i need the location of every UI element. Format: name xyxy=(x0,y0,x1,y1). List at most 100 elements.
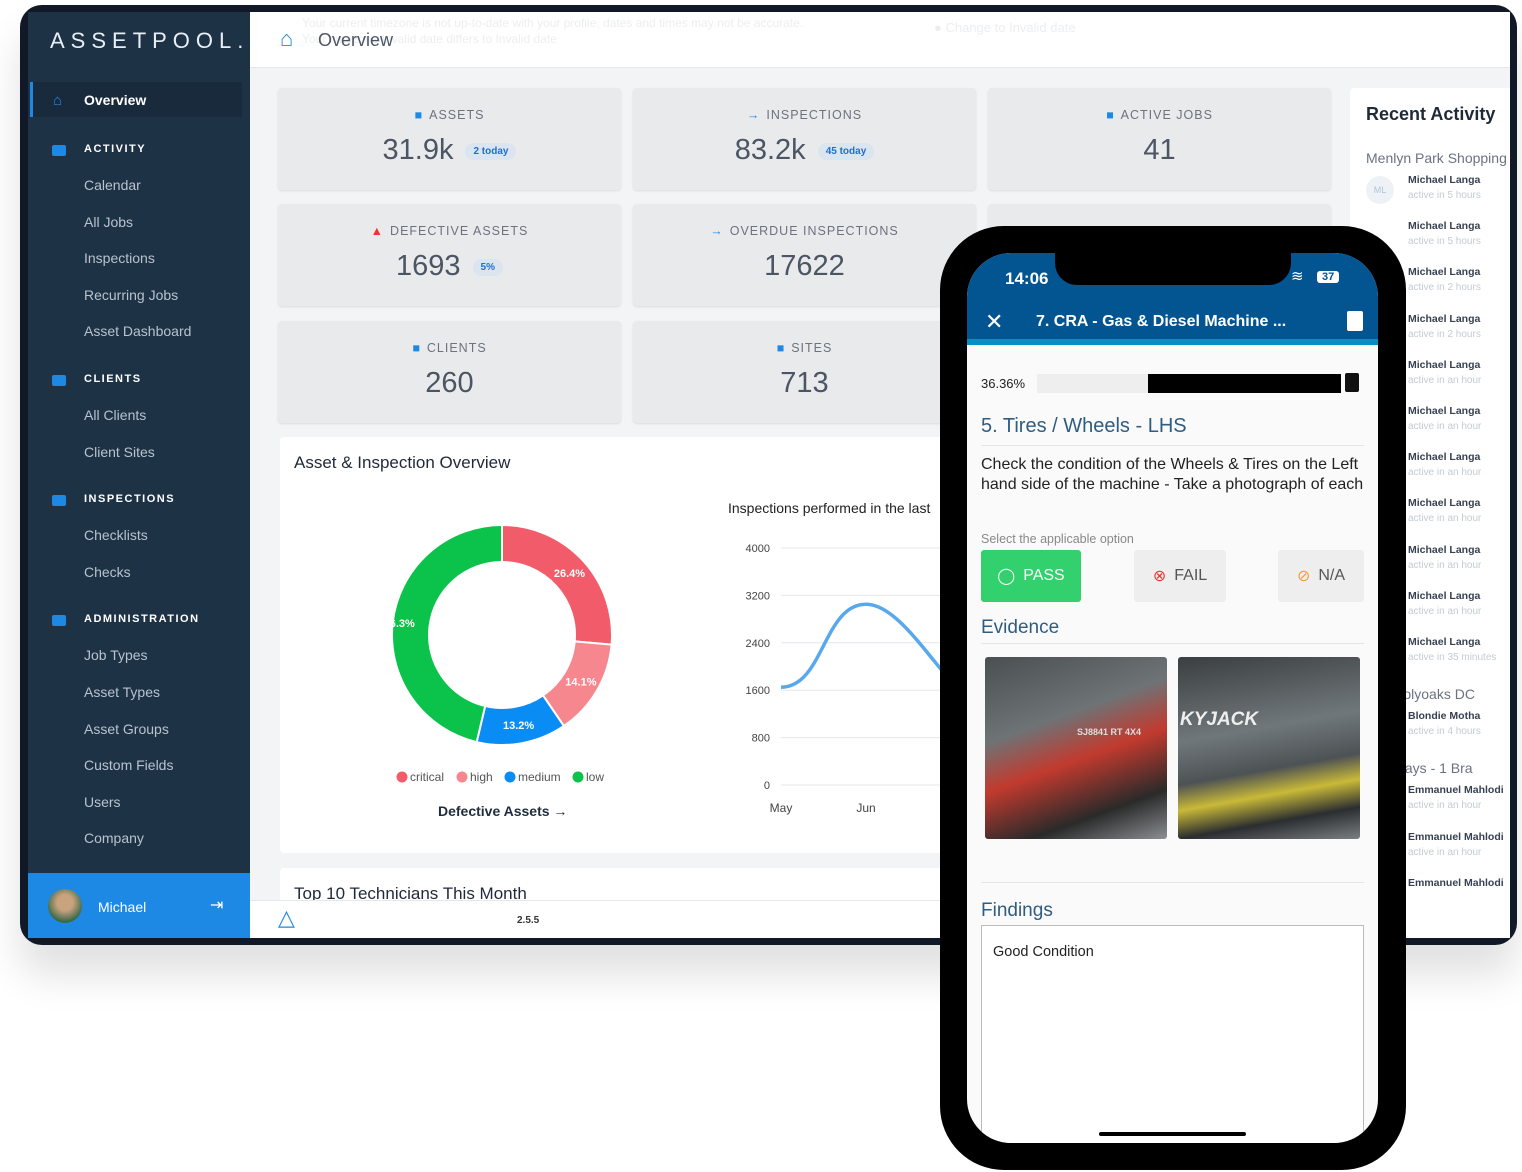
activity-time: active in an hour xyxy=(1408,606,1481,617)
stat-value: 1693 xyxy=(396,250,461,282)
activity-time: active in an hour xyxy=(1408,800,1481,811)
user-bar[interactable]: Michael ⇥ xyxy=(28,873,250,938)
sidebar-item-checklists[interactable]: Checklists xyxy=(84,527,148,543)
stat-badge: 2 today xyxy=(465,142,517,160)
sidebar-item-users[interactable]: Users xyxy=(84,794,121,810)
activity-user[interactable]: Michael Langa xyxy=(1408,636,1480,648)
relative-time: in an hour xyxy=(1436,559,1482,571)
sidebar-item-calendar[interactable]: Calendar xyxy=(84,177,141,193)
close-icon[interactable]: ✕ xyxy=(985,309,1003,335)
findings-value: Good Condition xyxy=(993,944,1094,960)
logo-mark-icon: △ xyxy=(278,905,295,930)
activity-user[interactable]: Blondie Motha xyxy=(1408,710,1480,722)
select-label: Select the applicable option xyxy=(981,532,1134,546)
activity-user[interactable]: Michael Langa xyxy=(1408,359,1480,371)
pass-button[interactable]: ◯ PASS xyxy=(981,550,1081,602)
check-circle-icon: ◯ xyxy=(997,568,1016,585)
sidebar-item-asset-dashboard[interactable]: Asset Dashboard xyxy=(84,323,191,339)
sidebar-item-job-types[interactable]: Job Types xyxy=(84,647,148,663)
progress-text: 36.36% xyxy=(981,376,1026,391)
stat-value: 713 xyxy=(780,367,829,399)
sidebar-item-all-clients[interactable]: All Clients xyxy=(84,407,146,423)
sidebar-item-custom-fields[interactable]: Custom Fields xyxy=(84,757,173,773)
active-prefix: active xyxy=(1408,421,1435,432)
stat-badge: 45 today xyxy=(817,142,875,160)
timezone-notice: Your current timezone is not up-to-date … xyxy=(302,16,804,30)
activity-user[interactable]: Michael Langa xyxy=(1408,497,1480,509)
activity-user[interactable]: Michael Langa xyxy=(1408,313,1480,325)
y-tick-label: 3200 xyxy=(746,590,770,602)
ban-icon: ⊘ xyxy=(1296,568,1311,585)
stat-card[interactable]: ▲ DEFECTIVE ASSETS 1693 5% xyxy=(278,204,621,306)
stat-value: 17622 xyxy=(764,250,845,282)
stat-value-row: 17622 xyxy=(633,250,976,283)
clipboard-icon[interactable] xyxy=(1345,373,1359,392)
logout-icon[interactable]: ⇥ xyxy=(210,895,223,915)
wifi-icon: ≋ xyxy=(1291,268,1304,285)
sidebar-item-asset-types[interactable]: Asset Types xyxy=(84,684,160,700)
stat-value-row: 83.2k 45 today xyxy=(633,134,976,167)
stat-label-text: CLIENTS xyxy=(426,341,487,355)
stat-card[interactable]: → OVERDUE INSPECTIONS 17622 xyxy=(633,204,976,306)
y-tick-label: 4000 xyxy=(746,543,770,555)
sidebar-item-asset-groups[interactable]: Asset Groups xyxy=(84,721,169,737)
activity-user[interactable]: Michael Langa xyxy=(1408,590,1480,602)
sidebar-section-title: ADMINISTRATION xyxy=(84,613,200,626)
stat-card[interactable]: ■ ACTIVE JOBS 41 xyxy=(988,88,1331,190)
clipboard-icon[interactable] xyxy=(1347,311,1363,331)
activity-user[interactable]: Michael Langa xyxy=(1408,405,1480,417)
stat-value-row: 260 xyxy=(278,367,621,400)
na-button[interactable]: ⊘ N/A xyxy=(1278,550,1364,602)
evidence-photo[interactable]: SJ8841 RT 4X4 xyxy=(985,657,1167,839)
activity-user[interactable]: Emmanuel Mahlodi xyxy=(1408,784,1504,796)
relative-time: in an hour xyxy=(1436,605,1482,617)
progress-bar xyxy=(1037,374,1341,393)
findings-input[interactable]: Good Condition xyxy=(981,925,1364,1143)
relative-time: in 2 hours xyxy=(1436,328,1481,340)
activity-user[interactable]: Emmanuel Mahlodi xyxy=(1408,877,1504,889)
active-prefix: active xyxy=(1408,652,1435,663)
activity-user[interactable]: Michael Langa xyxy=(1408,174,1480,186)
contact-icon: ■ xyxy=(412,341,421,355)
sidebar-item-client-sites[interactable]: Client Sites xyxy=(84,444,155,460)
stat-card[interactable]: ■ ASSETS 31.9k 2 today xyxy=(278,88,621,190)
site-name[interactable]: Menlyn Park Shopping xyxy=(1366,150,1507,166)
administration-icon xyxy=(52,615,66,627)
inspections-icon xyxy=(52,495,66,507)
sidebar-item-checks[interactable]: Checks xyxy=(84,564,131,580)
warning-icon: ▲ xyxy=(370,224,385,238)
x-tick-label: May xyxy=(770,801,793,815)
stat-card[interactable]: ■ CLIENTS 260 xyxy=(278,321,621,423)
sidebar-item-inspections[interactable]: Inspections xyxy=(84,250,155,266)
pass-label: PASS xyxy=(1023,567,1065,584)
stat-card[interactable]: ■ SITES 713 xyxy=(633,321,976,423)
sidebar-item-recurring-jobs[interactable]: Recurring Jobs xyxy=(84,287,178,303)
fail-button[interactable]: ⊗ FAIL xyxy=(1134,550,1226,602)
sidebar-item-company[interactable]: Company xyxy=(84,830,144,846)
relative-time: in an hour xyxy=(1436,800,1482,812)
activity-user[interactable]: Michael Langa xyxy=(1408,266,1480,278)
activity-user[interactable]: Michael Langa xyxy=(1408,451,1480,463)
active-prefix: active xyxy=(1408,282,1435,294)
recent-activity-title: Recent Activity xyxy=(1366,104,1496,124)
y-tick-label: 800 xyxy=(752,733,770,745)
activity-user[interactable]: Michael Langa xyxy=(1408,220,1480,232)
activity-user[interactable]: Emmanuel Mahlodi xyxy=(1408,831,1504,843)
active-prefix: active xyxy=(1408,236,1435,248)
version-label: 2.5.5 xyxy=(517,915,540,926)
change-timezone-button[interactable]: ● Change to Invalid date xyxy=(934,20,1076,35)
stat-value-row: 31.9k 2 today xyxy=(278,134,621,167)
stat-label-text: INSPECTIONS xyxy=(766,108,863,122)
clock-icon: ■ xyxy=(1106,108,1115,122)
line-chart: 0 800 1600 2400 3200 4000 May Jun xyxy=(746,543,1000,815)
activity-time: active in an hour xyxy=(1408,421,1481,432)
stat-value: 83.2k xyxy=(734,134,806,166)
activity-time: active in 4 hours xyxy=(1408,726,1481,737)
avatar: ML xyxy=(1366,176,1394,204)
findings-title: Findings xyxy=(981,900,1053,921)
stat-card[interactable]: → INSPECTIONS 83.2k 45 today xyxy=(633,88,976,190)
sidebar-item-all-jobs[interactable]: All Jobs xyxy=(84,214,133,230)
evidence-photo[interactable]: KYJACK xyxy=(1178,657,1360,839)
active-prefix: active xyxy=(1408,328,1435,340)
activity-user[interactable]: Michael Langa xyxy=(1408,544,1480,556)
